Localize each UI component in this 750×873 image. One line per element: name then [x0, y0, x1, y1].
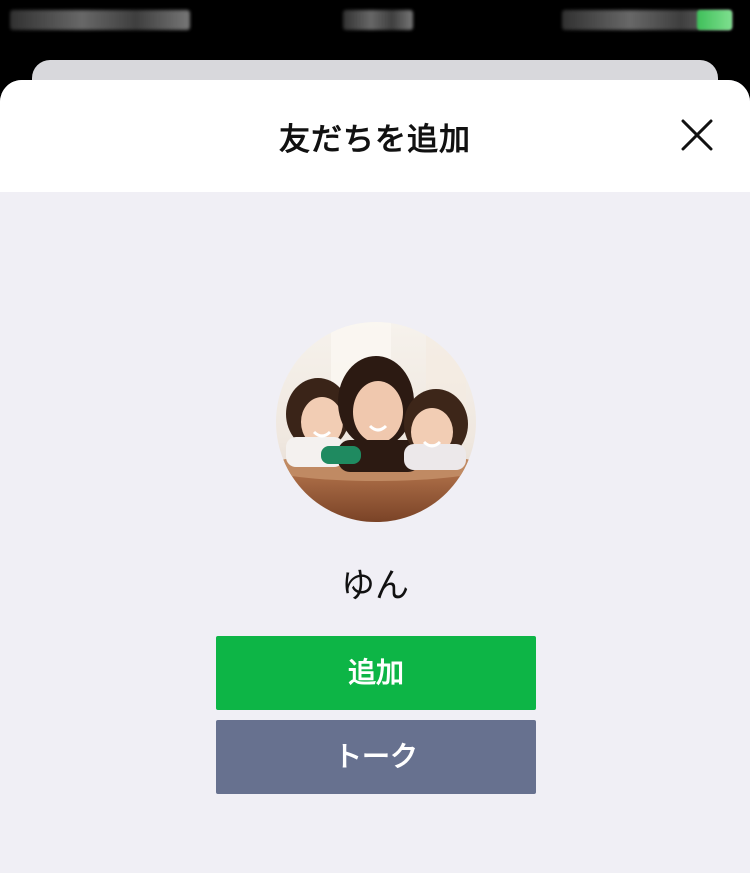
sheet-header: 友だちを追加	[0, 80, 750, 192]
profile-photo	[276, 322, 476, 522]
status-bar-clock	[343, 10, 413, 30]
add-friend-sheet: 友だちを追加 ゆん 追加 トーク	[0, 80, 750, 873]
battery-icon	[697, 10, 732, 30]
talk-button[interactable]: トーク	[216, 720, 536, 794]
close-icon	[681, 119, 713, 151]
add-friend-button[interactable]: 追加	[216, 636, 536, 710]
profile-name: ゆん	[341, 566, 409, 606]
status-bar-left-info	[10, 10, 190, 30]
status-bar	[0, 0, 750, 60]
avatar	[276, 322, 476, 522]
close-button[interactable]	[680, 118, 714, 152]
page-title: 友だちを追加	[279, 122, 471, 158]
